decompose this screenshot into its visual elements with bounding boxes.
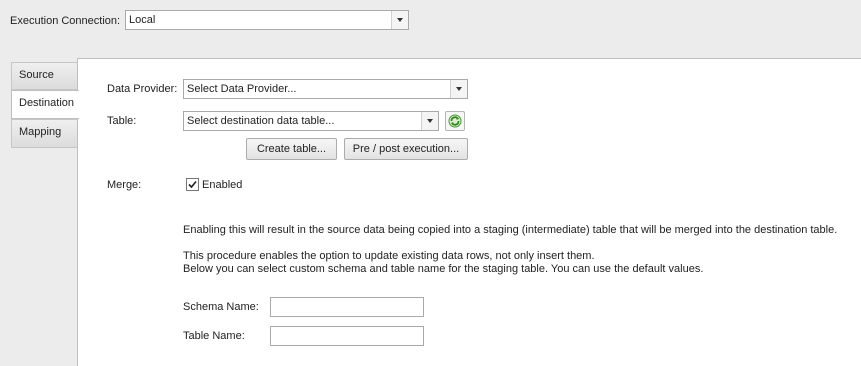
data-provider-combo[interactable]: Select Data Provider...	[183, 79, 468, 99]
destination-table-combo[interactable]: Select destination data table...	[183, 111, 439, 131]
table-label: Table:	[107, 115, 137, 127]
check-icon	[188, 180, 197, 189]
destination-table-value: Select destination data table...	[187, 115, 335, 127]
data-provider-label: Data Provider:	[107, 83, 178, 95]
execution-connection-label: Execution Connection:	[10, 15, 121, 27]
merge-enabled-checkbox[interactable]	[186, 178, 199, 191]
tab-label: Mapping	[19, 126, 62, 138]
schema-name-input[interactable]	[270, 297, 424, 317]
table-name-label: Table Name:	[183, 330, 245, 342]
tab-mapping[interactable]: Mapping	[11, 119, 78, 148]
merge-info-text: This procedure enables the option to upd…	[183, 250, 595, 262]
merge-enabled-label: Enabled	[202, 179, 243, 191]
merge-label: Merge:	[107, 179, 142, 191]
tab-source[interactable]: Source	[11, 62, 78, 90]
pre-post-execution-button[interactable]: Pre / post execution...	[344, 138, 468, 160]
chevron-down-icon[interactable]	[421, 112, 438, 130]
tab-label: Destination	[19, 97, 75, 109]
execution-connection-combo[interactable]: Local	[125, 10, 409, 30]
execution-connection-value: Local	[129, 14, 156, 26]
destination-panel	[77, 58, 861, 366]
tab-destination[interactable]: Destination	[11, 90, 79, 119]
merge-info-text: Below you can select custom schema and t…	[183, 263, 704, 275]
refresh-icon	[448, 114, 462, 128]
data-provider-value: Select Data Provider...	[187, 83, 297, 95]
chevron-down-icon[interactable]	[391, 11, 408, 29]
chevron-down-icon[interactable]	[450, 80, 467, 98]
table-name-input[interactable]	[270, 326, 424, 346]
tab-label: Source	[19, 69, 54, 81]
refresh-button[interactable]	[445, 111, 465, 131]
merge-info-text: Enabling this will result in the source …	[183, 224, 838, 236]
schema-name-label: Schema Name:	[183, 301, 259, 313]
create-table-button[interactable]: Create table...	[246, 138, 337, 160]
